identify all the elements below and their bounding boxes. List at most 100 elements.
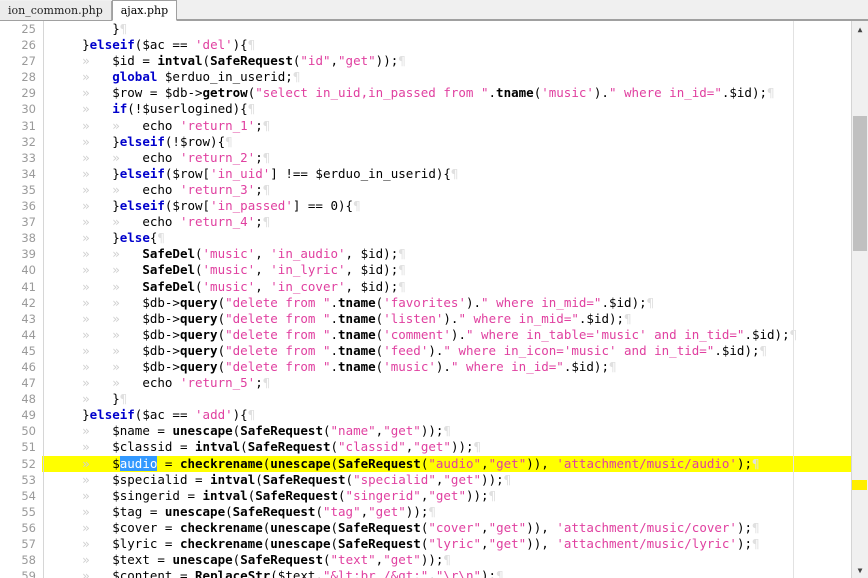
code-token: tname: [338, 310, 376, 326]
code-line-content: }elseif($ac == 'add'){¶: [42, 407, 255, 423]
code-line[interactable]: 54 » $singerid = intval(SafeRequest("sin…: [0, 488, 852, 504]
code-token: ,: [481, 519, 489, 535]
code-token: .: [330, 294, 339, 310]
code-token: )),: [526, 455, 557, 471]
code-line[interactable]: 35 » » echo 'return_3';¶: [0, 182, 852, 198]
code-line[interactable]: 30 » if(!$userlogined){¶: [0, 101, 852, 117]
code-token: SafeRequest: [255, 487, 339, 503]
line-number: 33: [21, 150, 36, 165]
code-line[interactable]: 40 » » SafeDel('music', 'in_lyric', $id)…: [0, 262, 852, 278]
code-token: 'return_2': [179, 149, 256, 165]
tab-ion-common-php[interactable]: ion_common.php: [0, 1, 112, 20]
line-number: 36: [21, 199, 36, 214]
code-line[interactable]: 46 » » $db->query("delete from ".tname('…: [0, 359, 852, 375]
code-line-content: » global $erduo_in_userid;¶: [42, 69, 300, 85]
code-token: 'add': [195, 407, 233, 423]
code-token: » »: [52, 181, 143, 197]
line-number: 51: [21, 440, 36, 455]
code-line[interactable]: 28 » global $erduo_in_userid;¶: [0, 69, 852, 85]
line-number: 52: [0, 455, 42, 472]
code-line[interactable]: 37 » » echo 'return_4';¶: [0, 214, 852, 230]
code-token: (: [322, 423, 331, 439]
code-line[interactable]: 34 » }elseif($row['in_uid'] !== $erduo_i…: [0, 166, 852, 182]
line-number: 48: [21, 392, 36, 407]
code-line[interactable]: 39 » » SafeDel('music', 'in_audio', $id)…: [0, 246, 852, 262]
code-token: $classid =: [112, 439, 196, 455]
code-line[interactable]: 25 }¶: [0, 21, 852, 37]
code-token: );: [736, 455, 753, 471]
code-line[interactable]: 32 » }elseif(!$row){¶: [0, 134, 852, 150]
code-text-area[interactable]: 25 }¶ 26 }elseif($ac == 'del'){¶ 27 » $id …: [0, 21, 852, 578]
code-line-content: » $id = intval(SafeRequest("id","get"));…: [42, 53, 406, 69]
code-line[interactable]: 53 » $specialid = intval(SafeRequest("sp…: [0, 472, 852, 488]
code-line-content: » $tag = unescape(SafeRequest("tag","get…: [42, 504, 436, 520]
code-token: »: [52, 519, 113, 535]
code-editor[interactable]: 25 }¶ 26 }elseif($ac == 'del'){¶ 27 » $id …: [0, 21, 868, 578]
code-line[interactable]: 58 » $text = unescape(SafeRequest("text"…: [0, 552, 852, 568]
code-token: ).: [465, 294, 482, 310]
code-token: »: [52, 503, 113, 519]
code-line[interactable]: 43 » » $db->query("delete from ".tname('…: [0, 311, 852, 327]
code-token: )),: [526, 536, 557, 551]
code-line[interactable]: 45 » » $db->query("delete from ".tname('…: [0, 343, 852, 359]
code-line[interactable]: 49 }elseif($ac == 'add'){¶: [0, 407, 852, 423]
code-line-content: » }else{¶: [42, 230, 165, 246]
code-token: tname: [496, 85, 534, 101]
vertical-scrollbar[interactable]: ▲ ▼: [851, 21, 868, 578]
code-line[interactable]: 27 » $id = intval(SafeRequest("id","get"…: [0, 53, 852, 69]
chevron-down-icon[interactable]: ▼: [852, 562, 868, 578]
code-token: (: [217, 310, 226, 326]
line-number: 50: [21, 424, 36, 439]
editor-tab-bar[interactable]: ion_common.php ajax.php: [0, 0, 868, 21]
code-token: ¶: [473, 439, 482, 455]
code-token: SafeRequest: [240, 552, 323, 568]
code-line[interactable]: 48 » }¶: [0, 391, 852, 407]
scrollbar-thumb[interactable]: [853, 116, 867, 251]
code-token: " where in_id=": [450, 358, 564, 374]
code-line[interactable]: 41 » » SafeDel('music', 'in_cover', $id)…: [0, 279, 852, 295]
code-token: ,: [255, 278, 271, 294]
code-token: » »: [52, 342, 143, 358]
code-line[interactable]: 42 » » $db->query("delete from ".tname('…: [0, 295, 852, 311]
tab-ajax-php[interactable]: ajax.php: [111, 0, 178, 21]
code-token: global: [112, 69, 158, 85]
code-token: 'in_passed': [210, 198, 293, 214]
line-number: 45: [21, 343, 36, 358]
code-line[interactable]: 26 }elseif($ac == 'del'){¶: [0, 37, 852, 53]
code-token: (: [225, 503, 233, 519]
code-line[interactable]: 44 » » $db->query("delete from ".tname('…: [0, 327, 852, 343]
code-line[interactable]: 50 » $name = unescape(SafeRequest("name"…: [0, 423, 852, 439]
code-line-content: » $specialid = intval(SafeRequest("speci…: [42, 472, 511, 488]
code-line-content: » » SafeDel('music', 'in_audio', $id);¶: [42, 246, 406, 262]
code-token: 'music': [383, 358, 436, 374]
code-line[interactable]: 51 » $classid = intval(SafeRequest("clas…: [0, 439, 852, 455]
code-line[interactable]: 29 » $row = $db->getrow("select in_uid,i…: [0, 85, 852, 101]
code-token: , $id);: [345, 246, 399, 262]
code-line[interactable]: 57 » $lyric = checkrename(unescape(SafeR…: [0, 536, 852, 552]
code-token: ¶: [767, 85, 775, 101]
line-number: 43: [21, 311, 36, 326]
code-line[interactable]: 38 » }else{¶: [0, 230, 852, 246]
code-line[interactable]: 33 » » echo 'return_2';¶: [0, 150, 852, 166]
code-line[interactable]: 55 » $tag = unescape(SafeRequest("tag","…: [0, 504, 852, 520]
code-line[interactable]: 52 » $audio = checkrename(unescape(SafeR…: [0, 455, 852, 472]
code-token: ¶: [759, 342, 768, 358]
line-number: 53: [21, 472, 36, 487]
code-token: ¶: [398, 53, 406, 69]
line-number: 47: [21, 376, 36, 391]
code-token: ;: [255, 117, 263, 133]
chevron-up-icon[interactable]: ▲: [852, 21, 868, 37]
code-line[interactable]: 47 » » echo 'return_5';¶: [0, 375, 852, 391]
code-token: (: [330, 439, 339, 455]
code-token: echo: [142, 214, 180, 230]
code-token: ).: [593, 85, 609, 101]
code-token: "delete from ": [225, 294, 331, 310]
code-line-content: » » $db->query("delete from ".tname('com…: [42, 327, 797, 343]
code-line[interactable]: 36 » }elseif($row['in_passed'] == 0){¶: [0, 198, 852, 214]
code-line[interactable]: 56 » $cover = checkrename(unescape(SafeR…: [0, 520, 852, 536]
line-number: 54: [21, 488, 36, 503]
code-line[interactable]: 31 » » echo 'return_1';¶: [0, 118, 852, 134]
code-token: ¶: [752, 536, 760, 551]
code-token: "singerid": [345, 487, 421, 503]
code-token: query: [179, 326, 218, 342]
